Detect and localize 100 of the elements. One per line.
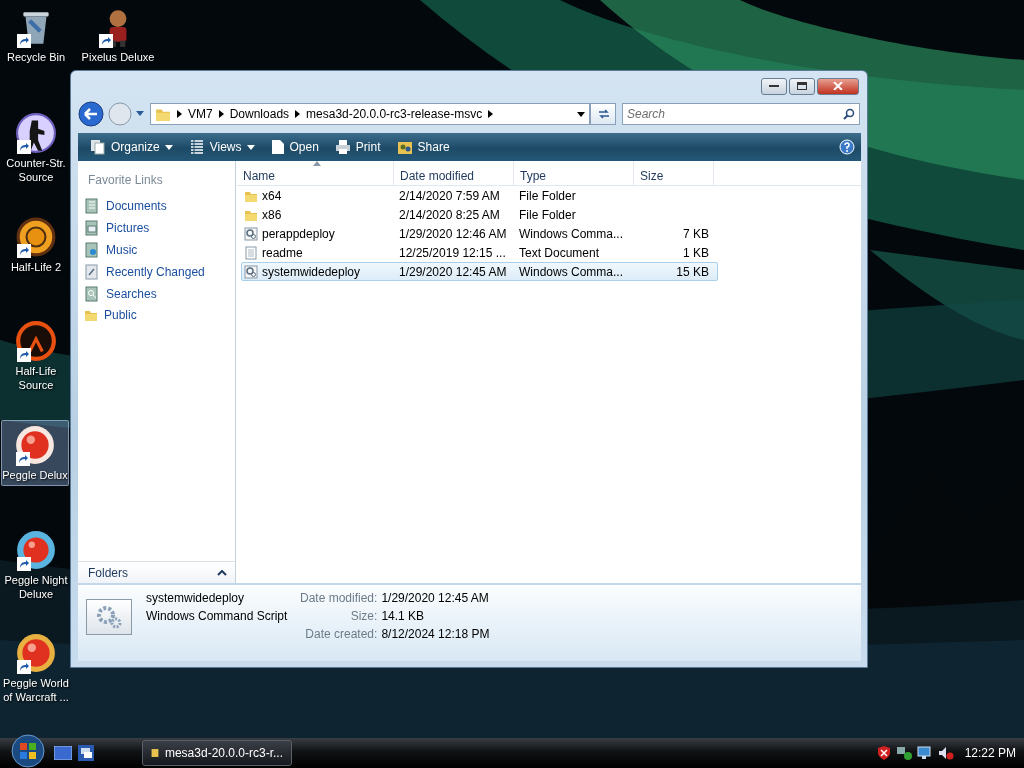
toolbar-button[interactable]: Open bbox=[264, 136, 325, 158]
file-name: x64 bbox=[262, 188, 282, 203]
table-cell-text: 12/25/2019 12:15 ... bbox=[398, 245, 507, 260]
shortcut-arrow-icon bbox=[17, 660, 31, 674]
table-cell-text: Text Document bbox=[518, 245, 601, 260]
file-name: systemwidedeploy bbox=[146, 591, 246, 605]
close-icon bbox=[833, 82, 843, 90]
toolbar-button[interactable]: Views bbox=[182, 136, 261, 158]
printer-icon bbox=[334, 139, 351, 155]
shortcut-arrow-icon bbox=[16, 452, 30, 466]
folders-toggle[interactable]: Folders bbox=[78, 561, 235, 583]
caret-icon bbox=[246, 144, 255, 150]
breadcrumb-item[interactable]: Downloads bbox=[229, 107, 290, 121]
maximize-icon bbox=[797, 82, 807, 90]
refresh-button[interactable] bbox=[590, 103, 616, 125]
close-button[interactable] bbox=[817, 77, 859, 95]
documents-icon bbox=[84, 198, 100, 214]
monitor-icon[interactable] bbox=[916, 746, 933, 760]
column-header[interactable]: Name bbox=[237, 161, 394, 185]
views-icon bbox=[188, 139, 205, 155]
property-value: 1/29/2020 12:45 AM bbox=[381, 591, 490, 605]
table-cell-text: 15 KB bbox=[675, 264, 710, 279]
file-name: perappdeploy bbox=[262, 226, 335, 241]
favorite-link[interactable]: Searches bbox=[78, 283, 235, 305]
desktop-shortcut[interactable]: Half-Life Source bbox=[2, 316, 70, 396]
desktop-shortcut[interactable]: Peggle Delux bbox=[1, 420, 69, 486]
column-header[interactable]: Date modified bbox=[394, 161, 514, 185]
desktop-shortcut[interactable]: Peggle World of Warcraft ... bbox=[2, 628, 70, 708]
chevron-up-icon bbox=[217, 569, 227, 576]
property-label: Date created: bbox=[304, 627, 378, 641]
clock[interactable]: 12:22 PM bbox=[964, 746, 1016, 760]
toolbar-button[interactable]: Print bbox=[328, 136, 387, 158]
toolbar-button[interactable]: Organize bbox=[84, 136, 179, 158]
file-name: readme bbox=[262, 245, 303, 260]
favorite-link[interactable]: Music bbox=[78, 239, 235, 261]
favorite-link[interactable]: Pictures bbox=[78, 217, 235, 239]
search-field[interactable]: Search bbox=[622, 103, 860, 125]
column-header[interactable]: Type bbox=[514, 161, 634, 185]
table-cell-text: File Folder bbox=[518, 188, 577, 203]
help-icon[interactable] bbox=[839, 139, 855, 155]
chevron-icon[interactable] bbox=[218, 110, 224, 118]
share-icon bbox=[396, 139, 413, 155]
favorite-link[interactable]: Documents bbox=[78, 195, 235, 217]
desktop-shortcut[interactable]: Peggle Night Deluxe bbox=[2, 525, 70, 605]
desktop-shortcut[interactable]: Recycle Bin bbox=[2, 2, 70, 68]
shortcut-label: Peggle Delux bbox=[2, 468, 68, 482]
minimize-icon bbox=[769, 84, 779, 88]
shortcut-arrow-icon bbox=[17, 348, 31, 362]
address-bar[interactable]: VM7 Downloads mesa3d-20.0.0-rc3-release-msvc bbox=[150, 103, 590, 125]
file-name: systemwidedeploy bbox=[262, 264, 361, 279]
back-button[interactable] bbox=[78, 101, 104, 127]
maximize-button[interactable] bbox=[789, 77, 815, 95]
file-type: Windows Command Script bbox=[146, 609, 286, 623]
desktop-shortcut[interactable]: Half-Life 2 bbox=[2, 212, 70, 278]
breadcrumb-item[interactable]: VM7 bbox=[188, 107, 213, 121]
shortcut-arrow-icon bbox=[17, 34, 31, 48]
favorite-link[interactable]: Recently Changed bbox=[78, 261, 235, 283]
file-row[interactable]: x64 2/14/2020 7:59 AM File Folder bbox=[241, 186, 718, 205]
text-file-icon bbox=[244, 245, 258, 260]
speaker-muted-icon[interactable] bbox=[937, 746, 954, 760]
table-cell-text: File Folder bbox=[518, 207, 577, 222]
section-heading: Favorite Links bbox=[87, 172, 164, 189]
column-header[interactable]: Size bbox=[634, 161, 714, 185]
pages-icon bbox=[90, 139, 106, 155]
file-row[interactable]: readme 12/25/2019 12:15 ... Text Document 1 KB bbox=[241, 243, 718, 262]
file-row[interactable]: systemwidedeploy 1/29/2020 12:45 AM Windows Comma... 15 KB bbox=[241, 262, 718, 281]
shortcut-label: Peggle Night Deluxe bbox=[3, 573, 69, 601]
switch-windows-icon[interactable] bbox=[78, 745, 94, 761]
caret-icon[interactable] bbox=[577, 111, 585, 117]
script-icon bbox=[244, 264, 258, 279]
start-button[interactable] bbox=[8, 734, 48, 768]
gear-icon bbox=[94, 604, 124, 630]
network-icon[interactable] bbox=[895, 746, 912, 760]
file-row[interactable]: perappdeploy 1/29/2020 12:46 AM Windows Comma... 7 KB bbox=[241, 224, 718, 243]
toolbar-button[interactable]: Share bbox=[390, 136, 456, 158]
minimize-button[interactable] bbox=[761, 77, 787, 95]
shield-icon[interactable] bbox=[876, 746, 891, 760]
table-cell-text: 1 KB bbox=[682, 245, 710, 260]
folder-icon bbox=[155, 106, 171, 122]
shortcut-label: Recycle Bin bbox=[6, 50, 66, 64]
desktop-shortcut[interactable]: Counter-Str. Source bbox=[2, 108, 70, 188]
shortcut-label: Peggle World of Warcraft ... bbox=[3, 676, 69, 704]
file-row[interactable]: x86 2/14/2020 8:25 AM File Folder bbox=[241, 205, 718, 224]
shortcut-label: Half-Life Source bbox=[14, 364, 58, 392]
table-cell-text: 1/29/2020 12:45 AM bbox=[398, 264, 508, 279]
chevron-icon[interactable] bbox=[488, 110, 494, 118]
chevron-icon[interactable] bbox=[177, 110, 182, 118]
desktop-shortcut[interactable]: Pixelus Deluxe bbox=[78, 2, 158, 68]
chevron-icon[interactable] bbox=[295, 110, 301, 118]
script-icon bbox=[244, 226, 258, 241]
shortcut-arrow-icon bbox=[99, 34, 113, 48]
shortcut-arrow-icon bbox=[17, 140, 31, 154]
property-label: Size: bbox=[349, 609, 378, 623]
shortcut-label: Pixelus Deluxe bbox=[81, 50, 155, 64]
favorite-link[interactable]: Public bbox=[78, 305, 235, 325]
table-cell-text: Windows Comma... bbox=[518, 226, 625, 241]
pictures-icon bbox=[84, 220, 100, 236]
taskbar-button[interactable]: mesa3d-20.0.0-rc3-r... bbox=[142, 740, 292, 766]
table-cell-text: 1/29/2020 12:46 AM bbox=[398, 226, 508, 241]
breadcrumb-item[interactable]: mesa3d-20.0.0-rc3-release-msvc bbox=[306, 107, 483, 121]
